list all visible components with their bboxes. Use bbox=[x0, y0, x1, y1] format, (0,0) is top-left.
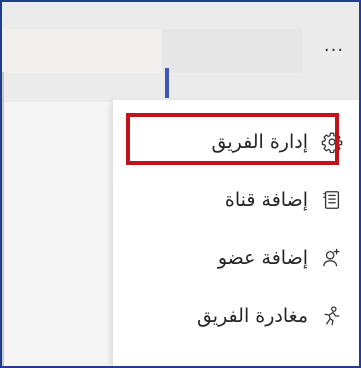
menu-item-leave-team[interactable]: مغادرة الفريق bbox=[113, 288, 359, 344]
menu-item-label: إدارة الفريق bbox=[211, 131, 308, 153]
leave-person-icon bbox=[320, 304, 344, 328]
gear-icon bbox=[320, 130, 344, 154]
menu-item-add-member[interactable]: إضافة عضو bbox=[113, 230, 359, 286]
channel-list-icon bbox=[320, 188, 344, 212]
add-person-icon bbox=[320, 246, 344, 270]
header-strip bbox=[2, 29, 162, 73]
header-bar bbox=[2, 2, 359, 102]
header-strip-secondary bbox=[162, 29, 302, 73]
team-context-menu: إدارة الفريق إضافة قناة إضافة عضو مغادرة… bbox=[112, 100, 359, 366]
menu-item-label: مغادرة الفريق bbox=[196, 305, 308, 327]
menu-item-label: إضافة عضو bbox=[217, 247, 308, 269]
left-divider bbox=[2, 72, 4, 366]
teams-window: ··· إدارة الفريق إضافة قناة إضافة عضو مغ… bbox=[0, 0, 361, 368]
menu-item-label: إضافة قناة bbox=[224, 189, 308, 211]
menu-item-manage-team[interactable]: إدارة الفريق bbox=[113, 114, 359, 170]
selection-indicator bbox=[165, 68, 169, 98]
menu-item-add-channel[interactable]: إضافة قناة bbox=[113, 172, 359, 228]
more-options-button[interactable]: ··· bbox=[316, 36, 352, 64]
more-options-label: ··· bbox=[323, 39, 345, 61]
